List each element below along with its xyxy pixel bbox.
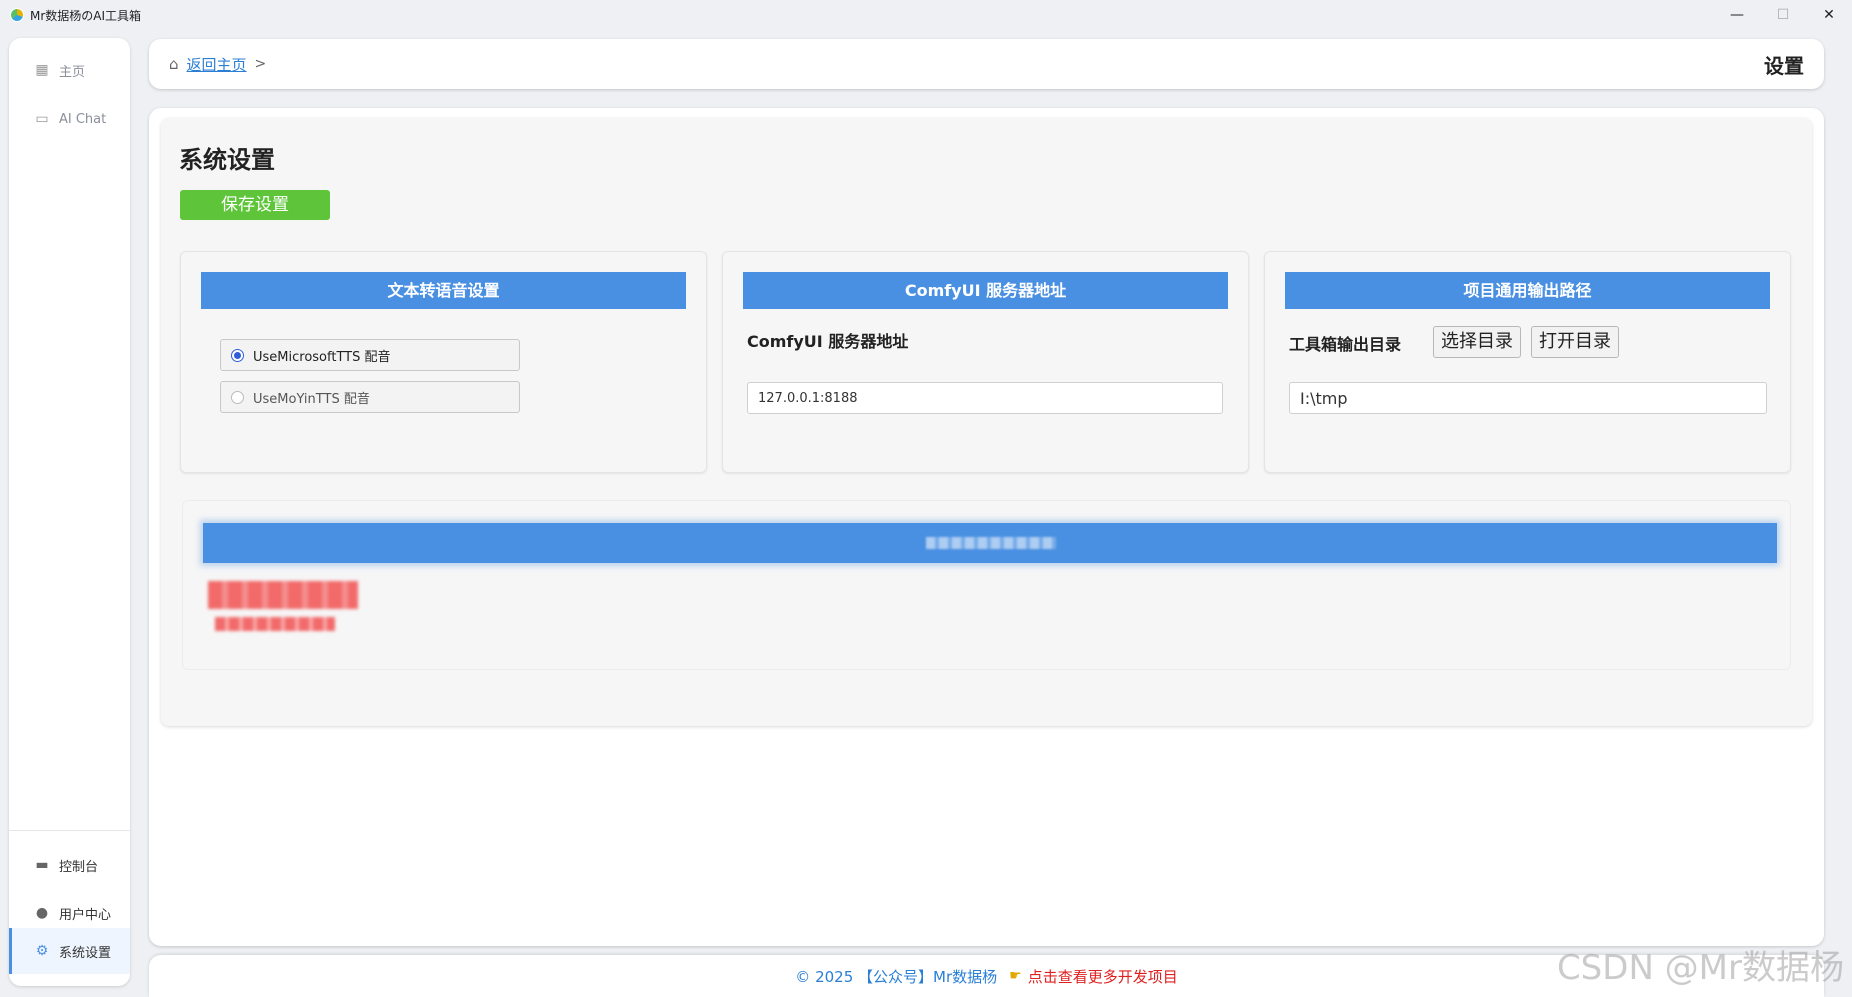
watermark: CSDN @Mr数据杨 xyxy=(1556,948,1844,988)
comfyui-settings-card: ComfyUI 服务器地址 ComfyUI 服务器地址 xyxy=(722,251,1249,473)
pointing-hand-icon: ☛ xyxy=(1009,968,1022,984)
sidebar-item-label: 系统设置 xyxy=(59,945,112,961)
sidebar-item-system-settings[interactable]: ⚙ 系统设置 xyxy=(9,928,130,974)
maximize-button[interactable]: ☐ xyxy=(1760,0,1806,30)
app-logo-icon xyxy=(10,8,24,22)
breadcrumb-separator: > xyxy=(254,56,267,72)
monitor-icon: ▬ xyxy=(35,857,49,873)
radio-checked-icon xyxy=(231,348,244,362)
header-bar: ⌂ 返回主页 > 设置 xyxy=(149,39,1824,89)
open-directory-button[interactable]: 打开目录 xyxy=(1531,326,1619,358)
minimize-button[interactable]: — xyxy=(1714,0,1760,30)
chat-icon: ▭ xyxy=(35,111,49,127)
output-path-card: 项目通用输出路径 工具箱输出目录 选择目录 打开目录 xyxy=(1264,251,1791,473)
tts-settings-card: 文本转语音设置 UseMicrosoftTTS 配音 UseMoYinTTS 配… xyxy=(180,251,707,473)
redacted-card xyxy=(182,500,1791,670)
sidebar-item-label: AI Chat xyxy=(59,111,107,127)
sidebar: ▦ 主页 ▭ AI Chat ▬ 控制台 ● 用户中心 ⚙ 系统设置 xyxy=(9,38,130,986)
radio-microsoft-tts[interactable]: UseMicrosoftTTS 配音 xyxy=(220,339,520,371)
redacted-heading-text xyxy=(926,537,1056,549)
title-bar: Mr数据杨のAI工具箱 — ☐ ✕ xyxy=(0,0,1852,30)
redacted-text-block xyxy=(208,581,358,609)
home-icon: ⌂ xyxy=(169,55,179,73)
radio-label: UseMoYinTTS 配音 xyxy=(253,391,370,407)
comfyui-field-label: ComfyUI 服务器地址 xyxy=(747,332,909,351)
radio-unchecked-icon xyxy=(231,390,244,404)
output-card-heading: 项目通用输出路径 xyxy=(1285,272,1770,309)
gear-icon: ⚙ xyxy=(35,943,49,959)
window-controls: — ☐ ✕ xyxy=(1714,0,1852,30)
tts-card-heading: 文本转语音设置 xyxy=(201,272,686,309)
settings-title: 系统设置 xyxy=(179,146,275,174)
main-content: 系统设置 保存设置 文本转语音设置 UseMicrosoftTTS 配音 Use… xyxy=(149,108,1824,946)
sidebar-item-label: 主页 xyxy=(59,64,86,80)
output-dir-label: 工具箱输出目录 xyxy=(1289,335,1402,354)
sidebar-divider xyxy=(9,830,130,831)
comfyui-address-input[interactable] xyxy=(747,382,1223,414)
comfyui-card-heading: ComfyUI 服务器地址 xyxy=(743,272,1228,309)
sidebar-item-home[interactable]: ▦ 主页 xyxy=(9,47,130,93)
radio-label: UseMicrosoftTTS 配音 xyxy=(253,349,391,365)
sidebar-item-ai-chat[interactable]: ▭ AI Chat xyxy=(9,96,130,142)
window-title: Mr数据杨のAI工具箱 xyxy=(30,8,142,23)
grid-icon: ▦ xyxy=(35,62,49,78)
sidebar-item-label: 用户中心 xyxy=(59,907,112,923)
redacted-card-heading xyxy=(203,523,1777,563)
save-settings-button[interactable]: 保存设置 xyxy=(180,190,330,220)
radio-moyin-tts[interactable]: UseMoYinTTS 配音 xyxy=(220,381,520,413)
more-projects-link[interactable]: 点击查看更多开发项目 xyxy=(1028,966,1178,987)
settings-panel: 系统设置 保存设置 文本转语音设置 UseMicrosoftTTS 配音 Use… xyxy=(161,118,1812,726)
sidebar-item-console[interactable]: ▬ 控制台 xyxy=(9,842,130,888)
redacted-text-block xyxy=(215,617,335,631)
user-icon: ● xyxy=(35,905,49,921)
back-home-link[interactable]: 返回主页 xyxy=(187,54,247,75)
page-title: 设置 xyxy=(1764,53,1804,78)
footer-copyright: © 2025 【公众号】Mr数据杨 xyxy=(795,967,998,986)
output-dir-input[interactable] xyxy=(1289,382,1767,414)
close-button[interactable]: ✕ xyxy=(1806,0,1852,30)
sidebar-item-label: 控制台 xyxy=(59,859,99,875)
choose-directory-button[interactable]: 选择目录 xyxy=(1433,326,1521,358)
